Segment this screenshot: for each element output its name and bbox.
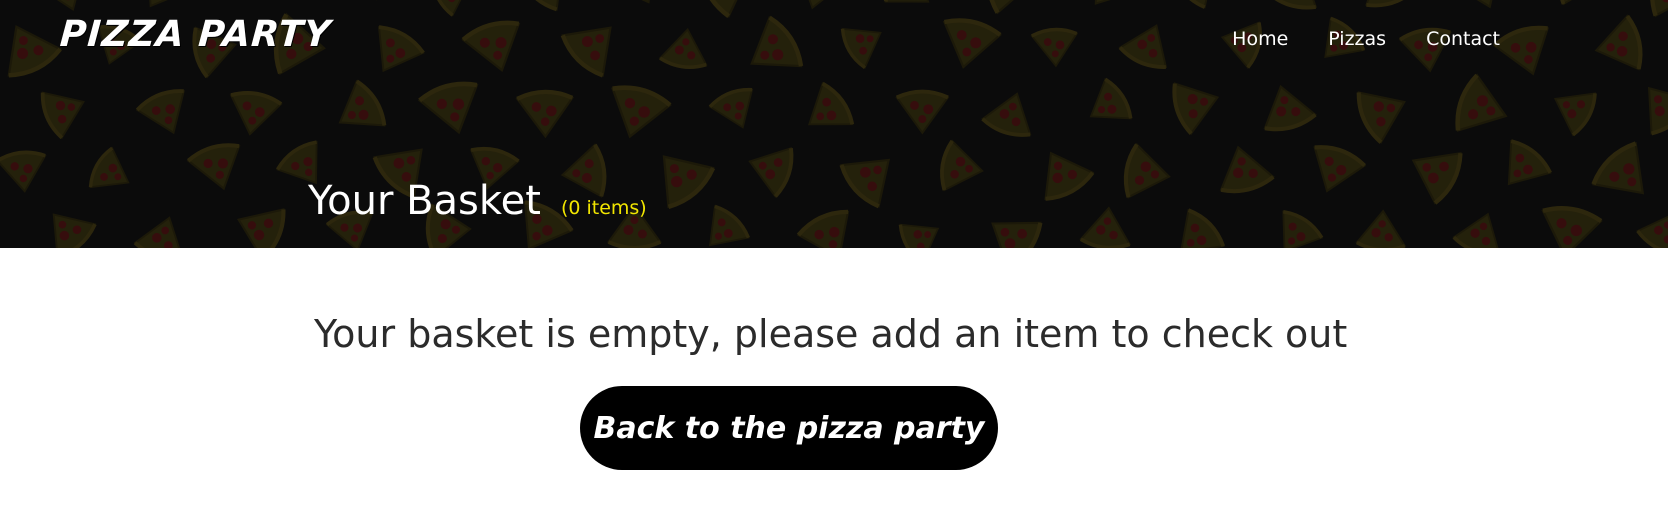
main-content: Your basket is empty, please add an item…	[0, 248, 1668, 520]
pizza-slice-icon	[377, 25, 425, 73]
pizza-slice-icon	[1411, 151, 1463, 205]
pizza-slice-icon	[0, 198, 11, 248]
pizza-slice-icon	[1553, 92, 1597, 137]
pizza-slice-icon	[7, 24, 62, 78]
pizza-slice-icon	[1455, 73, 1508, 132]
pizza-slice-icon	[1452, 212, 1501, 248]
pizza-slice-icon	[461, 20, 521, 73]
pizza-slice-icon	[515, 89, 574, 139]
nav-link-contact[interactable]: Contact	[1426, 28, 1500, 50]
pizza-slice-icon	[1355, 209, 1407, 248]
pizza-slice-icon	[942, 18, 1002, 69]
pizza-slice-icon	[1172, 82, 1220, 136]
pizza-slice-icon	[883, 0, 930, 3]
pizza-slice-icon	[662, 155, 716, 209]
pizza-slice-icon	[750, 15, 804, 68]
pizza-slice-icon	[1636, 212, 1668, 248]
pizza-slice-icon	[0, 70, 8, 138]
empty-basket-message: Your basket is empty, please add an item…	[314, 312, 1348, 356]
pizza-slice-icon	[1356, 91, 1406, 144]
pizza-slice-icon	[1094, 0, 1139, 5]
pizza-slice-icon	[895, 89, 950, 135]
pizza-slice-icon	[1594, 14, 1643, 71]
pizza-slice-icon	[1282, 209, 1324, 248]
pizza-slice-icon	[135, 89, 185, 135]
pizza-slice-icon	[1079, 206, 1132, 248]
pizza-slice-icon	[807, 81, 855, 126]
page-title: Your Basket	[308, 178, 541, 224]
pizza-slice-icon	[1446, 0, 1503, 9]
pizza-slice-icon	[796, 209, 850, 248]
pizza-slice-icon	[796, 0, 848, 10]
pizza-slice-icon	[1649, 0, 1668, 18]
pizza-slice-icon	[1118, 24, 1168, 69]
site-logo[interactable]: PIZZA PARTY	[59, 14, 333, 55]
pizza-slice-icon	[430, 0, 472, 17]
pizza-slice-icon	[708, 87, 754, 129]
pizza-slice-icon	[605, 0, 655, 4]
pizza-slice-icon	[1647, 86, 1668, 136]
pizza-slice-icon	[1263, 84, 1317, 132]
pizza-slice-icon	[991, 221, 1043, 248]
pizza-slice-icon	[1558, 0, 1601, 6]
pizza-slice-icon	[338, 79, 387, 127]
pizza-slice-icon	[1313, 145, 1367, 193]
back-to-pizza-party-button[interactable]: Back to the pizza party	[580, 386, 998, 470]
hero-header: PIZZA PARTY Home Pizzas Contact Your Bas…	[0, 0, 1668, 248]
pizza-slice-icon	[709, 204, 750, 247]
pizza-slice-icon	[940, 139, 984, 192]
pizza-slice-icon	[517, 0, 564, 12]
pizza-slice-icon	[1591, 141, 1645, 195]
pizza-slice-icon	[52, 213, 97, 248]
pizza-slice-icon	[236, 208, 286, 248]
basket-item-count: (0 items)	[560, 197, 647, 219]
nav-link-pizzas[interactable]: Pizzas	[1328, 28, 1386, 50]
pizza-slice-icon	[1492, 25, 1550, 76]
pizza-slice-icon	[658, 27, 708, 69]
pizza-slice-icon	[1171, 0, 1215, 9]
pizza-slice-icon	[0, 150, 47, 193]
nav-link-home[interactable]: Home	[1232, 28, 1288, 50]
main-nav: Home Pizzas Contact	[1232, 28, 1500, 50]
pizza-slice-icon	[40, 91, 85, 140]
pizza-slice-icon	[1179, 208, 1226, 248]
pizza-slice-icon	[840, 27, 882, 70]
pizza-slice-icon	[839, 158, 891, 209]
pizza-slice-icon	[560, 26, 612, 78]
pizza-slice-icon	[697, 0, 752, 19]
pizza-slice-icon	[981, 92, 1032, 137]
pizza-slice-icon	[1123, 142, 1171, 199]
pizza-slice-icon	[88, 146, 130, 189]
pizza-slice-icon	[335, 0, 378, 1]
pizza-slice-icon	[1365, 0, 1416, 8]
pizza-slice-icon	[1219, 145, 1275, 194]
pizza-slice-icon	[898, 223, 940, 248]
pizza-slice-icon	[230, 0, 286, 12]
basket-heading: Your Basket (0 items)	[308, 178, 647, 224]
pizza-slice-icon	[748, 146, 794, 198]
pizza-slice-icon	[1507, 139, 1552, 186]
pizza-slice-icon	[611, 85, 672, 139]
pizza-slice-icon	[229, 91, 283, 136]
pizza-slice-icon	[417, 81, 479, 135]
pizza-slice-icon	[186, 143, 241, 191]
pizza-slice-icon	[1089, 77, 1133, 120]
pizza-slice-icon	[1044, 151, 1095, 201]
pizza-slice-icon	[1265, 0, 1318, 10]
pizza-slice-icon	[1030, 27, 1079, 68]
pizza-slice-icon	[133, 216, 184, 248]
pizza-slice-icon	[985, 0, 1037, 15]
pizza-slice-icon	[1541, 206, 1603, 248]
